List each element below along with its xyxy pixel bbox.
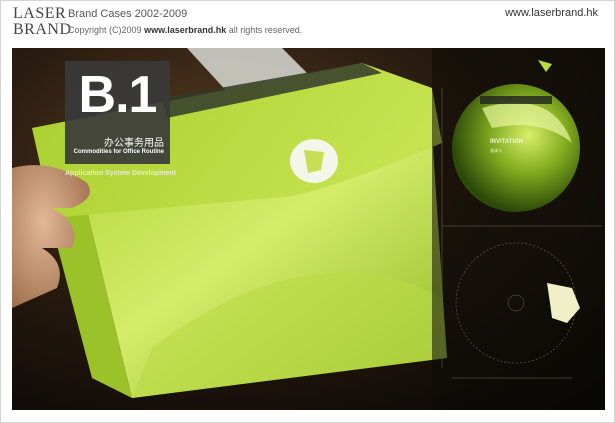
logo-line-1: LASER	[13, 5, 67, 22]
logo-line-2: BRAND	[13, 21, 72, 38]
laserbrand-logo[interactable]: LASER BRAND	[13, 5, 72, 38]
site-url-link[interactable]: www.laserbrand.hk	[505, 7, 598, 19]
disc-sub-label: 邀请卡	[490, 148, 502, 153]
copyright-text: Copyright (C)2009 www.laserbrand.hk all …	[68, 25, 302, 35]
case-title-cn: 办公事务用品	[104, 138, 164, 149]
case-code: B.1	[78, 66, 158, 124]
disc-label: INVITATION	[490, 139, 524, 145]
page-frame: LASER BRAND Brand Cases 2002-2009 Copyri…	[0, 0, 615, 423]
copyright-link[interactable]: www.laserbrand.hk	[144, 25, 226, 35]
case-code-badge: B.1 办公事务用品 Commodities for Office Routin…	[65, 61, 170, 164]
copyright-suffix: all rights reserved.	[228, 25, 303, 35]
copyright-prefix: Copyright (C)2009	[68, 25, 142, 35]
case-category: Application System Development	[65, 170, 176, 177]
case-photo: B.1 办公事务用品 Commodities for Office Routin…	[12, 48, 605, 410]
page-title: Brand Cases 2002-2009	[68, 8, 188, 20]
case-title-en: Commodities for Office Routine	[73, 149, 164, 155]
